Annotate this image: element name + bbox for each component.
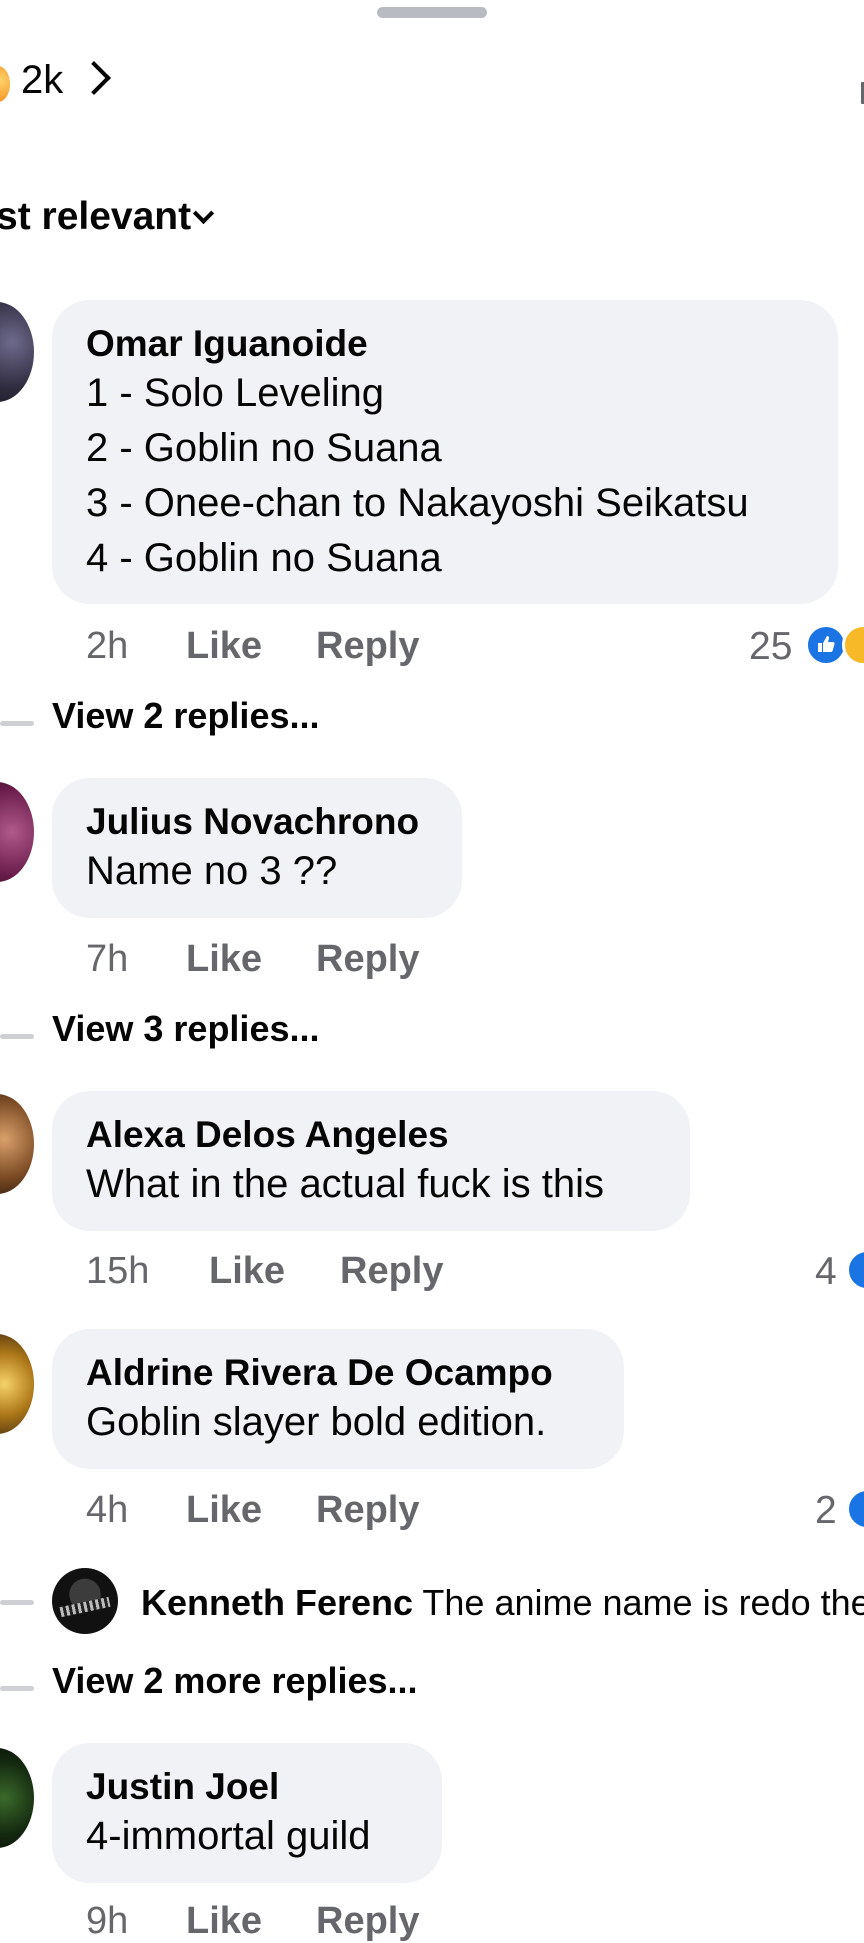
like-reaction-icon <box>846 1249 864 1291</box>
like-button[interactable]: Like <box>186 1900 262 1943</box>
view-replies-link[interactable]: View 2 more replies... <box>52 1660 418 1702</box>
comment-bubble: Justin Joel 4-immortal guild <box>52 1743 442 1883</box>
like-button[interactable]: Like <box>186 938 262 981</box>
comment-text-line: 3 - Onee-chan to Nakayoshi Seikatsu <box>86 481 749 525</box>
comment-author[interactable]: Aldrine Rivera De Ocampo <box>86 1351 590 1395</box>
reply-button[interactable]: Reply <box>316 1489 419 1532</box>
avatar[interactable] <box>0 1094 34 1194</box>
reaction-count[interactable]: 2 <box>815 1489 837 1533</box>
reply-button[interactable]: Reply <box>316 625 419 668</box>
comment-time: 7h <box>86 938 129 980</box>
reply-button[interactable]: Reply <box>316 938 419 981</box>
comment-bubble: Alexa Delos Angeles What in the actual f… <box>52 1091 690 1231</box>
comment-text-line: 2 - Goblin no Suana <box>86 426 442 470</box>
drag-handle[interactable] <box>377 7 487 18</box>
avatar[interactable] <box>52 1568 118 1634</box>
like-reaction-icon <box>846 1488 864 1530</box>
chevron-right-icon[interactable] <box>77 61 111 95</box>
haha-reaction-icon <box>842 624 864 666</box>
comment-text-line: 4 - Goblin no Suana <box>86 536 442 580</box>
reply-author[interactable]: Kenneth Ferenc <box>141 1582 413 1623</box>
comment-text-line: 4-immortal guild <box>86 1814 371 1858</box>
view-replies-link[interactable]: View 2 replies... <box>52 695 320 737</box>
thread-line <box>0 1034 34 1039</box>
sort-dropdown[interactable]: st relevant <box>0 195 191 239</box>
comment-text-line: What in the actual fuck is this <box>86 1162 605 1206</box>
comment-bubble: Julius Novachrono Name no 3 ?? <box>52 778 462 918</box>
comment-author[interactable]: Julius Novachrono <box>86 800 428 844</box>
like-reaction-icon <box>805 624 847 666</box>
reaction-count[interactable]: 25 <box>749 625 792 669</box>
like-button[interactable]: Like <box>186 625 262 668</box>
haha-reaction-icon <box>0 66 10 102</box>
comment-author[interactable]: Omar Iguanoide <box>86 322 804 366</box>
thread-line <box>0 1600 34 1605</box>
avatar[interactable] <box>0 1334 34 1434</box>
avatar[interactable] <box>0 302 34 402</box>
comment-author[interactable]: Justin Joel <box>86 1765 408 1809</box>
chevron-down-icon[interactable] <box>192 202 215 225</box>
comment-author[interactable]: Alexa Delos Angeles <box>86 1113 656 1157</box>
comment-time: 9h <box>86 1900 129 1942</box>
like-button[interactable]: Like <box>209 1250 285 1293</box>
view-replies-link[interactable]: View 3 replies... <box>52 1008 320 1050</box>
comment-time: 15h <box>86 1250 150 1292</box>
comment-text-line: 1 - Solo Leveling <box>86 371 384 415</box>
inline-reply-preview[interactable]: Kenneth Ferenc The anime name is redo th… <box>141 1582 864 1624</box>
comment-bubble: Omar Iguanoide 1 - Solo Leveling 2 - Gob… <box>52 300 838 604</box>
reply-button[interactable]: Reply <box>340 1250 443 1293</box>
avatar[interactable] <box>0 1748 34 1848</box>
comment-text-line: Name no 3 ?? <box>86 849 338 893</box>
comment-time: 2h <box>86 625 129 667</box>
like-button[interactable]: Like <box>186 1489 262 1532</box>
thread-line <box>0 1686 34 1691</box>
comment-bubble: Aldrine Rivera De Ocampo Goblin slayer b… <box>52 1329 624 1469</box>
thread-line <box>0 721 34 726</box>
reply-button[interactable]: Reply <box>316 1900 419 1943</box>
reply-text: The anime name is redo the <box>422 1582 864 1623</box>
reaction-count[interactable]: 4 <box>815 1250 837 1294</box>
avatar[interactable] <box>0 782 34 882</box>
comment-text-line: Goblin slayer bold edition. <box>86 1400 547 1444</box>
comment-time: 4h <box>86 1489 129 1531</box>
reaction-count[interactable]: 2k <box>21 58 63 103</box>
